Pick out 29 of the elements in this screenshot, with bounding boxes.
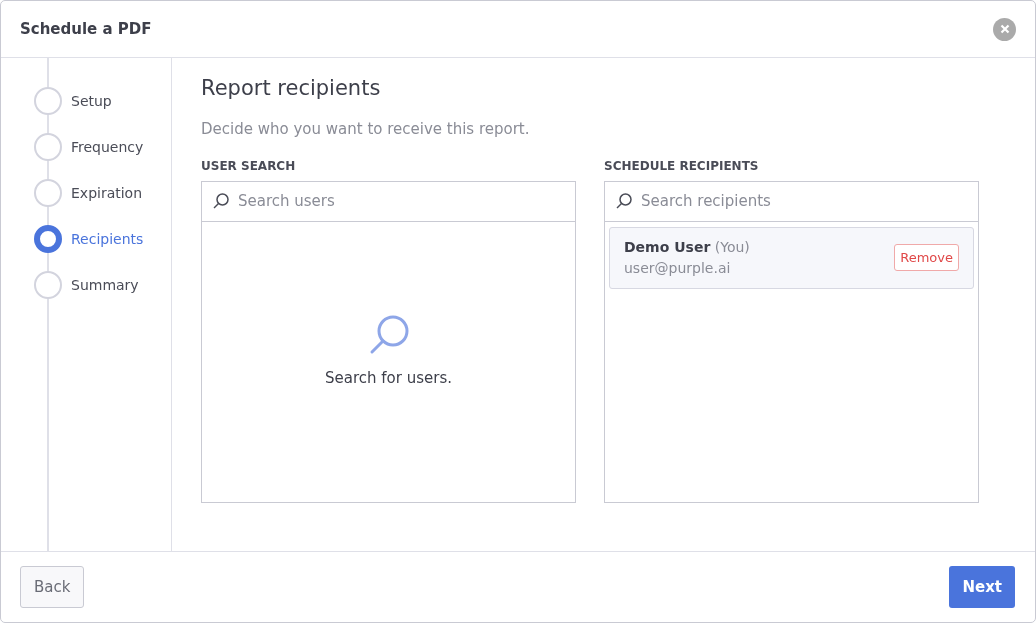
section-description: Decide who you want to receive this report. [201,119,531,141]
close-button[interactable] [993,17,1016,41]
search-icon [615,192,633,211]
search-field[interactable]: Search users [236,188,575,214]
step-label: Summary [71,275,139,295]
step-label: Recipients [71,229,144,249]
section-heading: Report recipients [201,76,382,102]
recipient-name: Demo User [624,238,711,255]
step-item[interactable]: Frequency [1,124,171,170]
empty-state-text: Search for users. [325,368,452,390]
back-button[interactable]: Back [20,565,85,609]
recipient-tag: (You) [714,238,750,255]
search-field[interactable]: Search recipients [639,188,978,214]
step-item[interactable]: Setup [1,78,171,124]
step-label: Frequency [71,137,144,157]
column-label: USER SEARCH [201,157,297,175]
step-label: Expiration [71,183,143,203]
close-icon [999,24,1010,34]
dialog-title: Schedule a PDF [20,18,152,40]
remove-button[interactable]: Remove [894,243,959,272]
step-item[interactable]: Summary [1,262,171,308]
next-button[interactable]: Next [949,565,1015,609]
step-circle-icon [34,225,62,253]
step-label: Setup [71,91,112,111]
recipient-email: user@purple.ai [624,258,732,278]
column-label: SCHEDULE RECIPIENTS [604,157,760,175]
step-item[interactable]: Expiration [1,170,171,216]
step-item[interactable]: Recipients [1,216,171,262]
search-icon [212,192,230,211]
